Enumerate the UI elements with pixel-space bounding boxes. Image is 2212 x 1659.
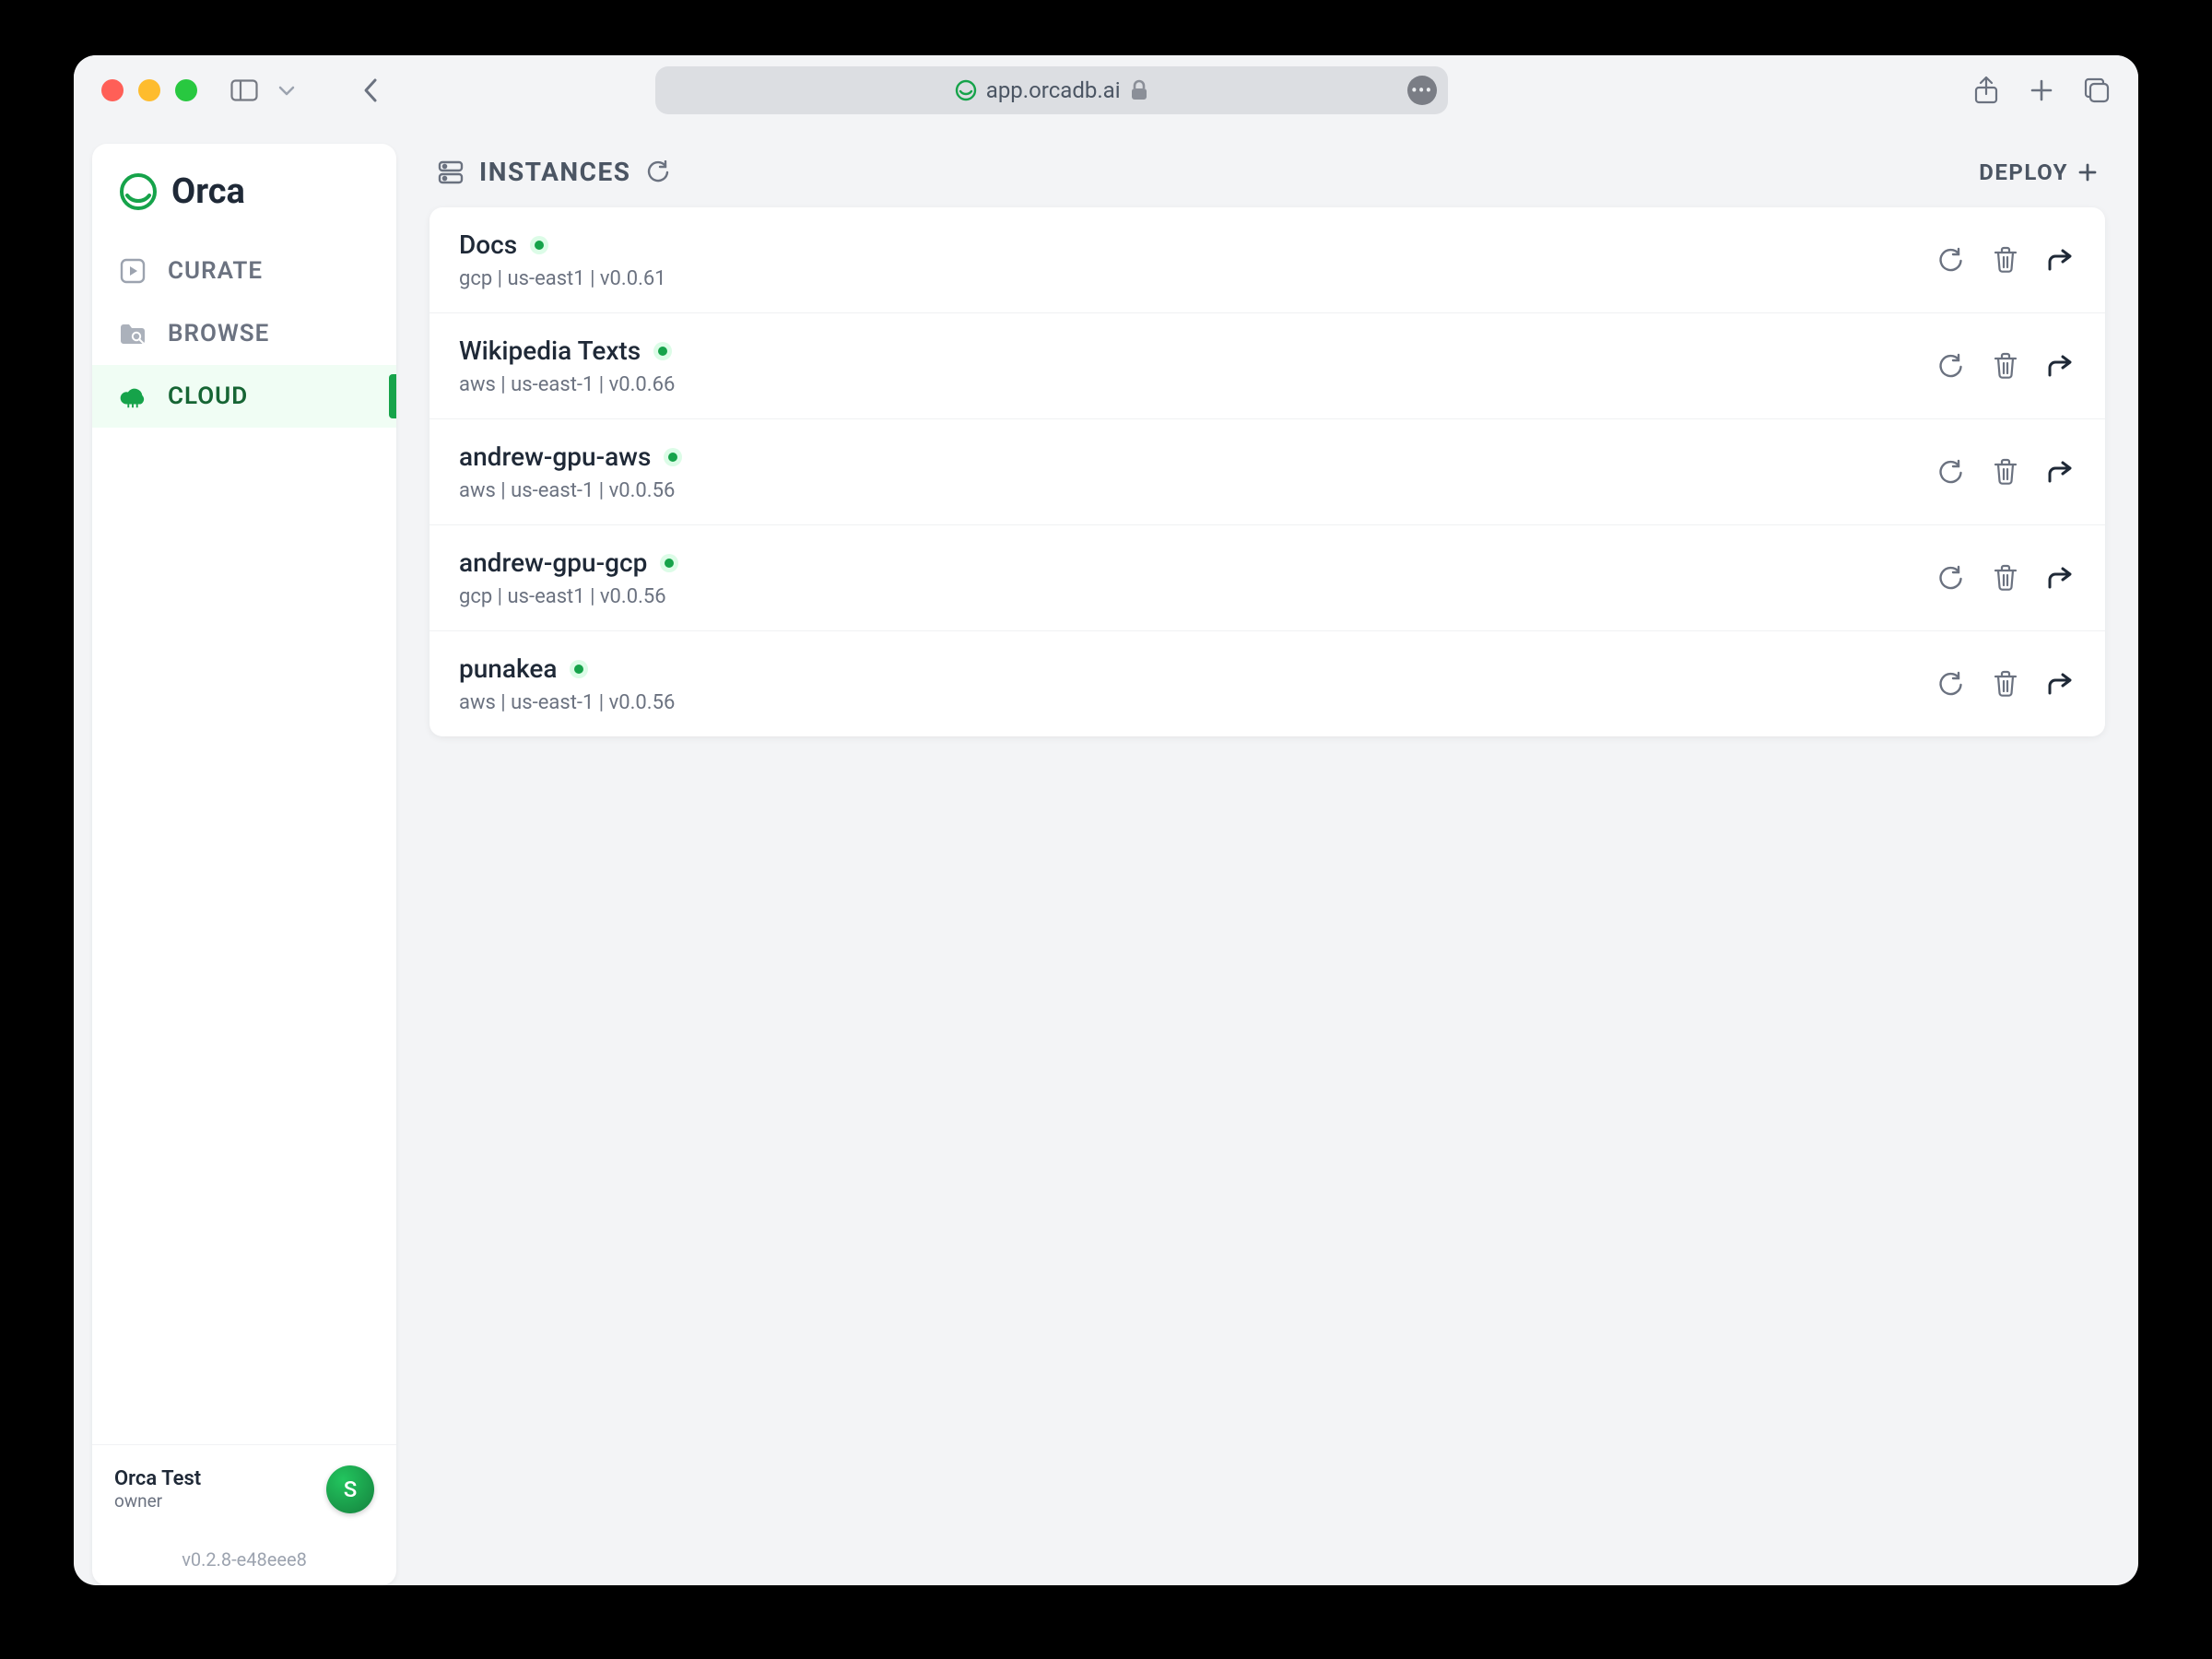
refresh-instance-icon[interactable]	[1936, 457, 1965, 487]
back-button[interactable]	[358, 76, 385, 104]
address-bar[interactable]: app.orcadb.ai •••	[655, 66, 1448, 114]
traffic-lights	[101, 79, 197, 101]
user-role: owner	[114, 1490, 201, 1512]
orca-logo-icon	[118, 171, 159, 212]
instances-list: Docs gcp | us-east1 | v0.0.61 Wikipedia Te…	[429, 207, 2105, 736]
status-indicator-icon	[660, 554, 678, 572]
delete-instance-icon[interactable]	[1991, 563, 2020, 593]
window-minimize-button[interactable]	[138, 79, 160, 101]
sidebar-item-cloud[interactable]: CLOUD	[92, 365, 396, 428]
status-indicator-icon	[664, 448, 682, 466]
instance-meta: aws | us-east-1 | v0.0.66	[459, 373, 675, 396]
instance-name: Docs	[459, 229, 517, 260]
delete-instance-icon[interactable]	[1991, 245, 2020, 275]
chevron-down-icon[interactable]	[273, 76, 300, 104]
instance-row[interactable]: andrew-gpu-aws aws | us-east-1 | v0.0.56	[429, 419, 2105, 525]
tabs-overview-icon[interactable]	[2083, 76, 2111, 104]
main-panel: INSTANCES DEPLOY Docs gcp | us-east1 | v0…	[396, 125, 2138, 1585]
new-tab-icon[interactable]	[2028, 76, 2055, 104]
server-icon	[437, 159, 465, 186]
instance-row[interactable]: Docs gcp | us-east1 | v0.0.61	[429, 207, 2105, 313]
plus-icon	[2077, 162, 2098, 182]
sidebar-toggle-icon[interactable]	[230, 76, 258, 104]
sidebar-item-browse[interactable]: BROWSE	[92, 302, 396, 365]
browser-window: app.orcadb.ai ••• Orca	[74, 55, 2138, 1585]
status-indicator-icon	[570, 660, 588, 678]
address-more-button[interactable]: •••	[1407, 76, 1437, 105]
refresh-instance-icon[interactable]	[1936, 245, 1965, 275]
page-title: INSTANCES	[437, 157, 669, 187]
brand-name: Orca	[171, 171, 245, 212]
instance-name: punakea	[459, 653, 557, 684]
delete-instance-icon[interactable]	[1991, 351, 2020, 381]
status-indicator-icon	[653, 342, 672, 360]
instance-name: Wikipedia Texts	[459, 335, 641, 366]
instance-meta: aws | us-east-1 | v0.0.56	[459, 479, 682, 502]
refresh-instance-icon[interactable]	[1936, 351, 1965, 381]
sidebar-item-curate[interactable]: CURATE	[92, 240, 396, 302]
user-name: Orca Test	[114, 1467, 201, 1490]
user-row[interactable]: Orca Test owner S	[92, 1444, 396, 1534]
instance-meta: gcp | us-east1 | v0.0.61	[459, 267, 666, 290]
main-header: INSTANCES DEPLOY	[429, 147, 2105, 207]
refresh-instance-icon[interactable]	[1936, 563, 1965, 593]
instance-row[interactable]: punakea aws | us-east-1 | v0.0.56	[429, 631, 2105, 736]
sidebar: Orca CURATE BROWSE	[92, 144, 396, 1585]
deploy-label: DEPLOY	[1979, 159, 2068, 185]
refresh-instance-icon[interactable]	[1936, 669, 1965, 699]
nav: CURATE BROWSE CLOUD	[92, 234, 396, 433]
instance-name: andrew-gpu-aws	[459, 441, 651, 472]
content-area: Orca CURATE BROWSE	[74, 125, 2138, 1585]
share-icon[interactable]	[1972, 76, 2000, 104]
avatar[interactable]: S	[326, 1465, 374, 1513]
instance-meta: gcp | us-east1 | v0.0.56	[459, 585, 678, 608]
open-instance-icon[interactable]	[2046, 245, 2076, 275]
open-instance-icon[interactable]	[2046, 563, 2076, 593]
open-instance-icon[interactable]	[2046, 669, 2076, 699]
instance-name: andrew-gpu-gcp	[459, 547, 647, 578]
lock-icon	[1130, 79, 1148, 101]
sidebar-item-label: CLOUD	[168, 382, 248, 410]
app-version: v0.2.8-e48eee8	[92, 1534, 396, 1585]
cloud-icon	[118, 382, 147, 411]
deploy-button[interactable]: DEPLOY	[1979, 159, 2098, 185]
instance-meta: aws | us-east-1 | v0.0.56	[459, 691, 675, 714]
window-close-button[interactable]	[101, 79, 124, 101]
browse-icon	[118, 319, 147, 348]
open-instance-icon[interactable]	[2046, 351, 2076, 381]
instance-row[interactable]: Wikipedia Texts aws | us-east-1 | v0.0.66	[429, 313, 2105, 419]
sidebar-item-label: BROWSE	[168, 320, 269, 347]
delete-instance-icon[interactable]	[1991, 669, 2020, 699]
refresh-all-icon[interactable]	[645, 160, 669, 184]
window-zoom-button[interactable]	[175, 79, 197, 101]
curate-icon	[118, 256, 147, 286]
site-favicon-icon	[955, 79, 977, 101]
page-title-text: INSTANCES	[479, 157, 630, 187]
brand: Orca	[92, 144, 396, 234]
instance-row[interactable]: andrew-gpu-gcp gcp | us-east1 | v0.0.56	[429, 525, 2105, 631]
titlebar: app.orcadb.ai •••	[74, 55, 2138, 125]
sidebar-item-label: CURATE	[168, 257, 263, 285]
status-indicator-icon	[530, 236, 548, 254]
delete-instance-icon[interactable]	[1991, 457, 2020, 487]
open-instance-icon[interactable]	[2046, 457, 2076, 487]
address-text: app.orcadb.ai	[986, 77, 1121, 103]
